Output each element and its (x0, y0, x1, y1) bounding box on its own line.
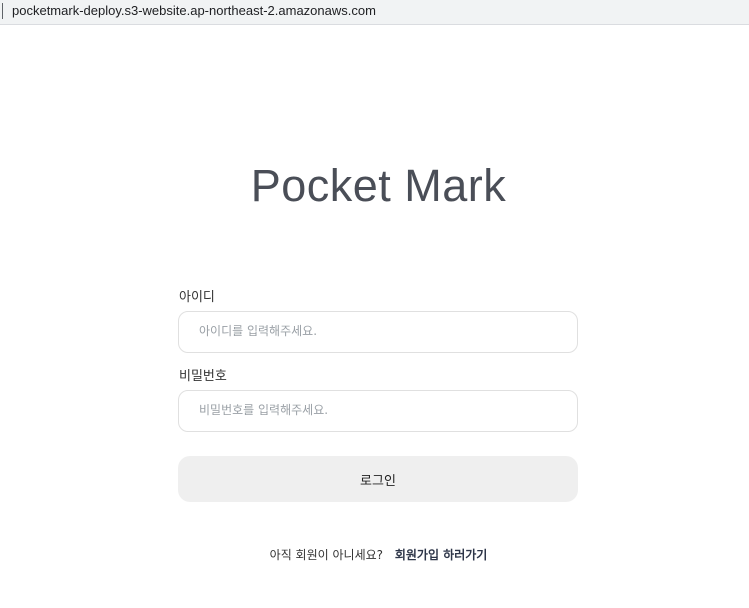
app-logo: Pocket Mark (250, 160, 507, 211)
login-button[interactable]: 로그인 (178, 456, 578, 502)
signup-prompt: 아직 회원이 아니세요? (269, 548, 384, 562)
id-label: 아이디 (179, 290, 215, 305)
id-field[interactable] (178, 311, 578, 353)
address-bar[interactable]: pocketmark-deploy.s3-website.ap-northeas… (0, 0, 749, 25)
signup-link[interactable]: 회원가입 하러가기 (395, 548, 488, 562)
id-input[interactable] (199, 312, 559, 350)
password-label: 비밀번호 (179, 369, 227, 384)
signup-row: 아직 회원이 아니세요? 회원가입 하러가기 (0, 546, 749, 563)
url-text[interactable]: pocketmark-deploy.s3-website.ap-northeas… (12, 3, 376, 18)
password-input[interactable] (199, 391, 559, 429)
text-caret (2, 3, 3, 19)
password-field[interactable] (178, 390, 578, 432)
